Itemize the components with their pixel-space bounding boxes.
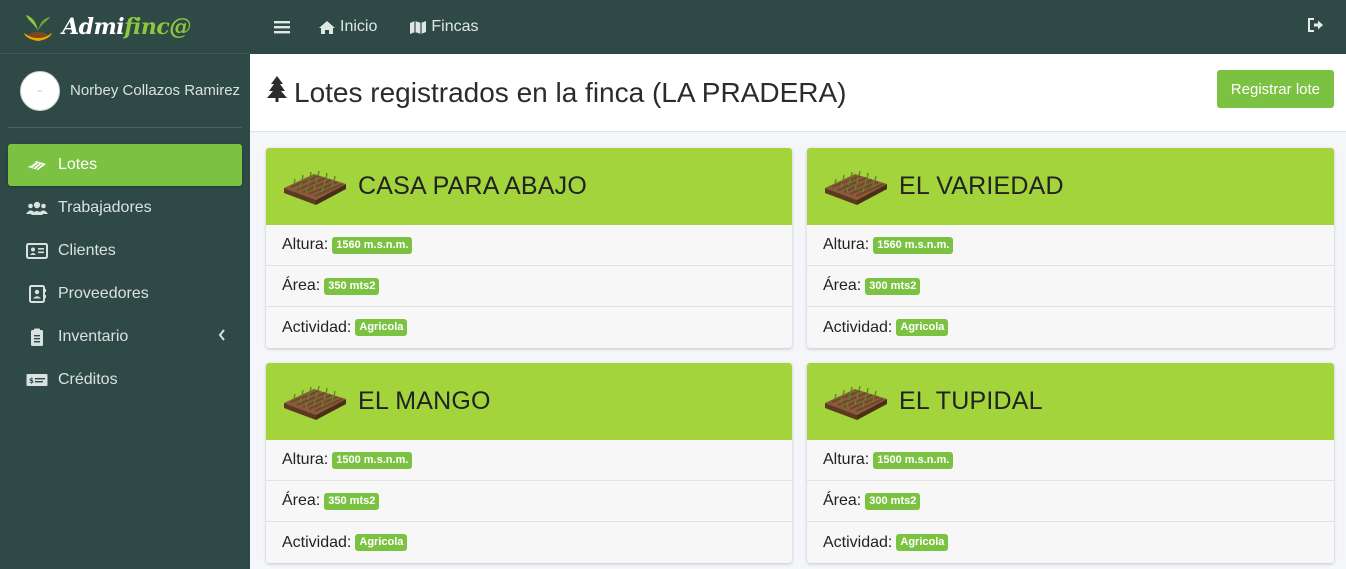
sidebar-nav: Lotes Trabajadores Clientes Proveedores … [0, 144, 250, 401]
sidebar-item-label: Créditos [58, 371, 118, 388]
tree-icon [266, 75, 288, 110]
altura-row: Altura: 1560 m.s.n.m. [807, 225, 1334, 266]
sidebar-item-proveedores[interactable]: Proveedores [8, 273, 242, 315]
sidebar-item-lotes[interactable]: Lotes [8, 144, 242, 186]
nav-inicio-link[interactable]: Inicio [318, 18, 377, 36]
altura-badge: 1560 m.s.n.m. [332, 236, 413, 254]
area-badge: 300 mts2 [865, 277, 921, 295]
actividad-row: Actividad: Agricola [807, 522, 1334, 563]
soil-plot-icon [282, 377, 348, 426]
lote-card[interactable]: CASA PARA ABAJO Altura: 1560 m.s.n.m. Áre… [266, 148, 792, 348]
area-badge: 300 mts2 [865, 492, 921, 510]
lotes-grid: CASA PARA ABAJO Altura: 1560 m.s.n.m. Áre… [266, 148, 1334, 563]
users-icon [26, 199, 48, 217]
altura-badge: 1560 m.s.n.m. [873, 236, 954, 254]
home-icon [319, 20, 335, 34]
lote-card[interactable]: EL MANGO Altura: 1500 m.s.n.m. Área: 350 m… [266, 363, 792, 563]
actividad-badge: Agricola [896, 534, 949, 551]
sidebar-item-label: Trabajadores [58, 199, 152, 216]
topbar: Inicio Fincas [250, 0, 1346, 54]
brand-logo-icon [20, 9, 56, 45]
actividad-row: Actividad: Agricola [807, 307, 1334, 348]
lote-card-header: EL MANGO [266, 363, 792, 440]
money-bill-icon: $ [26, 371, 48, 389]
plot-icon [26, 156, 48, 174]
area-row: Área: 350 mts2 [266, 266, 792, 307]
actividad-badge: Agricola [355, 319, 408, 336]
area-badge: 350 mts2 [324, 492, 380, 510]
soil-plot-icon [823, 377, 889, 426]
soil-plot-icon [282, 162, 348, 211]
user-panel[interactable]: ••• Norbey Collazos Ramirez [8, 54, 242, 128]
avatar[interactable]: ••• [20, 70, 60, 111]
altura-row: Altura: 1500 m.s.n.m. [266, 440, 792, 481]
area-badge: 350 mts2 [324, 277, 380, 295]
nav-fincas-link[interactable]: Fincas [409, 18, 478, 36]
altura-badge: 1500 m.s.n.m. [873, 451, 954, 469]
page-title: Lotes registrados en la finca (LA PRADER… [266, 75, 846, 110]
sidebar-item-label: Clientes [58, 242, 116, 259]
sidebar-item-label: Inventario [58, 328, 129, 345]
register-lote-button[interactable]: Registrar lote [1216, 70, 1334, 108]
area-row: Área: 350 mts2 [266, 481, 792, 522]
id-card-icon [26, 242, 48, 260]
lote-card-header: CASA PARA ABAJO [266, 148, 792, 225]
sidebar-item-label: Proveedores [58, 285, 149, 302]
lote-name: EL TUPIDAL [899, 387, 1043, 415]
lote-name: CASA PARA ABAJO [358, 172, 588, 200]
chevron-left-icon[interactable] [218, 328, 226, 344]
contact-book-icon [26, 285, 48, 303]
sidebar: Admifinc@ ••• Norbey Collazos Ramirez Lo… [0, 0, 250, 569]
actividad-row: Actividad: Agricola [266, 522, 792, 563]
sidebar-item-label: Lotes [58, 156, 98, 173]
logout-icon[interactable] [1308, 18, 1324, 37]
map-icon [410, 20, 427, 34]
main-content: Lotes registrados en la finca (LA PRADER… [250, 54, 1346, 569]
area-row: Área: 300 mts2 [807, 266, 1334, 307]
sidebar-item-trabajadores[interactable]: Trabajadores [8, 187, 242, 229]
brand[interactable]: Admifinc@ [0, 0, 250, 54]
nav-fincas-label: Fincas [431, 18, 479, 35]
lote-card-header: EL VARIEDAD [807, 148, 1334, 225]
menu-toggle-icon[interactable] [274, 20, 294, 34]
svg-text:$: $ [29, 377, 34, 385]
sidebar-item-creditos[interactable]: $ Créditos [8, 359, 242, 401]
sidebar-item-clientes[interactable]: Clientes [8, 230, 242, 272]
altura-row: Altura: 1500 m.s.n.m. [807, 440, 1334, 481]
lote-card-header: EL TUPIDAL [807, 363, 1334, 440]
lote-name: EL MANGO [358, 387, 491, 415]
lote-name: EL VARIEDAD [899, 172, 1064, 200]
actividad-badge: Agricola [355, 534, 408, 551]
lote-card[interactable]: EL VARIEDAD Altura: 1560 m.s.n.m. Área: 30… [807, 148, 1334, 348]
lote-card[interactable]: EL TUPIDAL Altura: 1500 m.s.n.m. Área: 300… [807, 363, 1334, 563]
nav-inicio-label: Inicio [340, 18, 378, 35]
area-row: Área: 300 mts2 [807, 481, 1334, 522]
content-header: Lotes registrados en la finca (LA PRADER… [250, 54, 1346, 132]
user-name[interactable]: Norbey Collazos Ramirez [70, 82, 242, 99]
actividad-row: Actividad: Agricola [266, 307, 792, 348]
sidebar-item-inventario[interactable]: Inventario [8, 316, 242, 358]
clipboard-icon [26, 328, 48, 346]
altura-badge: 1500 m.s.n.m. [332, 451, 413, 469]
brand-name: Admifinc@ [62, 13, 191, 40]
soil-plot-icon [823, 162, 889, 211]
actividad-badge: Agricola [896, 319, 949, 336]
altura-row: Altura: 1560 m.s.n.m. [266, 225, 792, 266]
